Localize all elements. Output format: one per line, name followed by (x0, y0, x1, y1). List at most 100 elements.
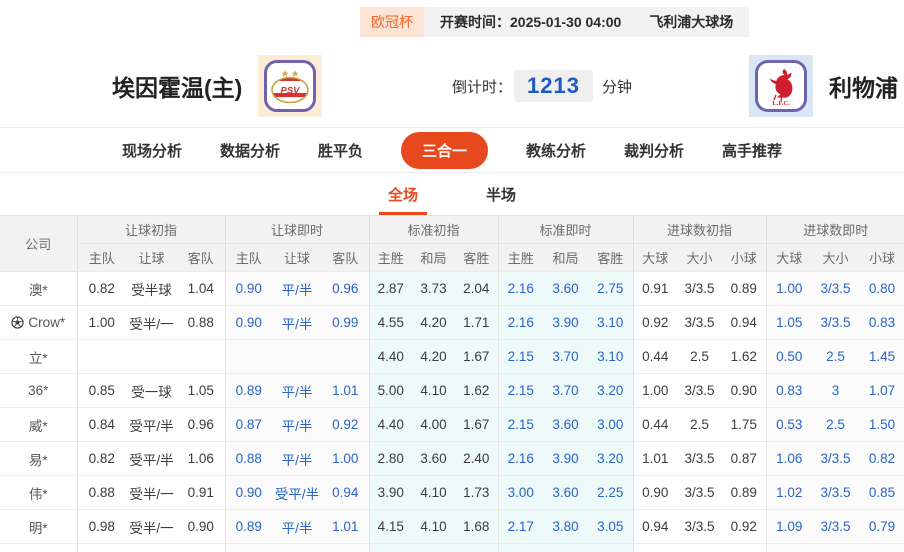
sub-tab-half-match[interactable]: 半场 (477, 184, 525, 215)
odds-cell: 2.15 (497, 407, 543, 442)
odds-cell: 0.80 (859, 271, 904, 306)
sub-header: 让球 (272, 243, 322, 272)
odds-cell: 0.87 (722, 441, 767, 476)
odds-cell: 2.87 (368, 271, 412, 306)
odds-cell: 4.10 (412, 475, 455, 510)
odds-cell: 0.98 (76, 509, 126, 544)
odds-cell (126, 339, 177, 374)
odds-cell: 4.55 (368, 305, 412, 340)
odds-cell: 3/3.5 (812, 509, 860, 544)
odds-cell: 3.10 (588, 305, 633, 340)
odds-cell: 5.00 (368, 373, 412, 408)
odds-cell: 0.94 (322, 475, 369, 510)
odds-cell: 2.16 (497, 305, 543, 340)
odds-cell: 0.83 (765, 373, 813, 408)
company-cell: 伟* (0, 475, 77, 510)
odds-cell: 受半/一 (126, 475, 177, 510)
odds-cell: 3.00 (497, 475, 543, 510)
odds-cell: 0.92 (722, 509, 767, 544)
sub-header: 主队 (224, 243, 272, 272)
sub-header: 主胜 (497, 243, 543, 272)
tab-win-draw-lose[interactable]: 胜平负 (318, 140, 363, 161)
odds-cell: 1.00 (76, 305, 126, 340)
countdown: 倒计时： 1213 分钟 (452, 44, 632, 128)
odds-cell: 1.62 (722, 339, 767, 374)
odds-cell (76, 339, 126, 374)
tab-data-analysis[interactable]: 数据分析 (220, 140, 280, 161)
odds-cell: 1.01 (632, 441, 677, 476)
tab-three-in-one[interactable]: 三合一 (400, 131, 488, 169)
tab-expert-picks[interactable]: 高手推荐 (722, 140, 782, 161)
odds-cell: 0.50 (765, 339, 813, 374)
odds-row: 澳* 0.82 受半球 1.04 0.90 平/半 0.96 2.87 3.73 2.04 2.16… (0, 271, 904, 306)
odds-cell (765, 543, 813, 552)
away-team-logo: L.F.C. (749, 55, 813, 117)
odds-cell: 3.80 (543, 509, 588, 544)
company-cell: 36* (0, 373, 77, 408)
odds-cell: 1.67 (455, 339, 498, 374)
odds-cell (543, 543, 588, 552)
company-cell: 明* (0, 509, 77, 544)
odds-cell: 受半/一 (126, 509, 177, 544)
away-team-name: 利物浦 (829, 75, 898, 101)
away-team: L.F.C. 利物浦 (749, 44, 898, 128)
odds-cell: 2.17 (497, 509, 543, 544)
tab-live-analysis[interactable]: 现场分析 (122, 140, 182, 161)
odds-cell: 0.79 (859, 509, 904, 544)
odds-cell: 3/3.5 (677, 271, 722, 306)
countdown-label: 倒计时： (452, 78, 513, 96)
odds-header-sub-row: 主队 让球 客队 主队 让球 客队 主胜 和局 客胜 主胜 和局 客胜 大球 大小 小球 大球 大小 小球 (0, 243, 904, 272)
group-header-goals_live: 进球数即时 (765, 215, 904, 244)
top-strip: 欧冠杯 开赛时间：2025-01-30 04:00 飞利浦大球场 (0, 0, 904, 44)
sub-header: 大小 (812, 243, 860, 272)
odds-cell (272, 339, 322, 374)
odds-row: 立* 4.40 4.20 1.67 2.15 3.70 3.10 0.44 2.5 1.62 0.5… (0, 339, 904, 374)
odds-cell: 3.90 (368, 475, 412, 510)
odds-cell: 2.40 (455, 441, 498, 476)
odds-cell: 0.90 (224, 475, 272, 510)
odds-cell (322, 339, 369, 374)
odds-cell: 受半球 (126, 271, 177, 306)
sub-tabs: 全场 半场 (0, 173, 904, 215)
odds-cell: 0.82 (859, 441, 904, 476)
odds-cell (812, 543, 860, 552)
odds-table-head: 公司 让球初指 让球即时 标准初指 标准即时 进球数初指 进球数即时 主队 让球 客队 主队 让球 客队… (0, 215, 904, 272)
odds-cell: 0.96 (177, 407, 225, 442)
odds-cell: 0.92 (632, 305, 677, 340)
odds-cell (632, 543, 677, 552)
home-team: 埃因霍温(主) PSV (112, 44, 323, 128)
odds-cell: 1.68 (455, 509, 498, 544)
odds-cell (224, 339, 272, 374)
odds-cell: 2.16 (497, 271, 543, 306)
odds-cell: 0.82 (76, 271, 126, 306)
odds-cell: 3/3.5 (812, 271, 860, 306)
odds-cell: 1.01 (322, 373, 369, 408)
page: { "top_bar": { "league_badge": "欧冠杯", "k… (0, 0, 904, 552)
sub-header: 小球 (722, 243, 767, 272)
sub-header: 和局 (543, 243, 588, 272)
odds-cell: 受半/一 (126, 305, 177, 340)
odds-cell: 4.20 (412, 339, 455, 374)
tab-coach-analysis[interactable]: 教练分析 (526, 140, 586, 161)
sub-tab-full-match[interactable]: 全场 (378, 184, 427, 215)
odds-row-partial (0, 543, 904, 552)
odds-cell (859, 543, 904, 552)
group-header-handicap_initial: 让球初指 (76, 215, 225, 244)
tab-referee-analysis[interactable]: 裁判分析 (624, 140, 684, 161)
odds-cell: 3/3.5 (677, 373, 722, 408)
odds-header-group-row: 公司 让球初指 让球即时 标准初指 标准即时 进球数初指 进球数即时 (0, 215, 904, 272)
soccer-ball-icon (11, 316, 25, 329)
odds-cell: 1.71 (455, 305, 498, 340)
odds-cell: 1.07 (859, 373, 904, 408)
odds-cell (455, 543, 498, 552)
svg-text:PSV: PSV (281, 86, 301, 97)
group-header-euro_live: 标准即时 (497, 215, 633, 244)
odds-cell: 平/半 (272, 407, 322, 442)
sub-header: 客队 (177, 243, 225, 272)
odds-cell: 0.88 (76, 475, 126, 510)
odds-cell (76, 543, 126, 552)
odds-cell (368, 543, 412, 552)
odds-cell: 1.05 (765, 305, 813, 340)
odds-cell (322, 543, 369, 552)
odds-cell: 1.01 (322, 509, 369, 544)
